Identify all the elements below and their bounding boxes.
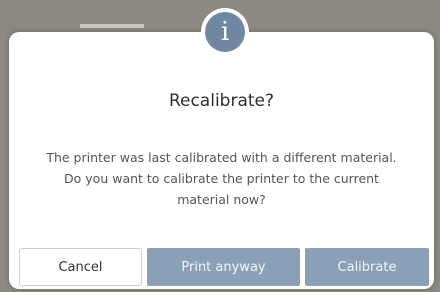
dialog-message-line: material now?	[177, 192, 266, 207]
dialog-title: Recalibrate?	[168, 91, 275, 111]
background-toolbar-bar	[80, 24, 144, 28]
calibrate-button[interactable]: Calibrate	[305, 248, 429, 286]
dialog-message: The printer was last calibrated with a d…	[19, 147, 424, 210]
dialog-message-line: The printer was last calibrated with a d…	[46, 150, 397, 165]
info-icon-glyph: i	[220, 16, 230, 47]
dialog-message-line: Do you want to calibrate the printer to …	[64, 171, 379, 186]
cancel-button[interactable]: Cancel	[19, 248, 142, 286]
print-anyway-button[interactable]: Print anyway	[147, 248, 300, 286]
info-icon: i	[205, 12, 245, 52]
